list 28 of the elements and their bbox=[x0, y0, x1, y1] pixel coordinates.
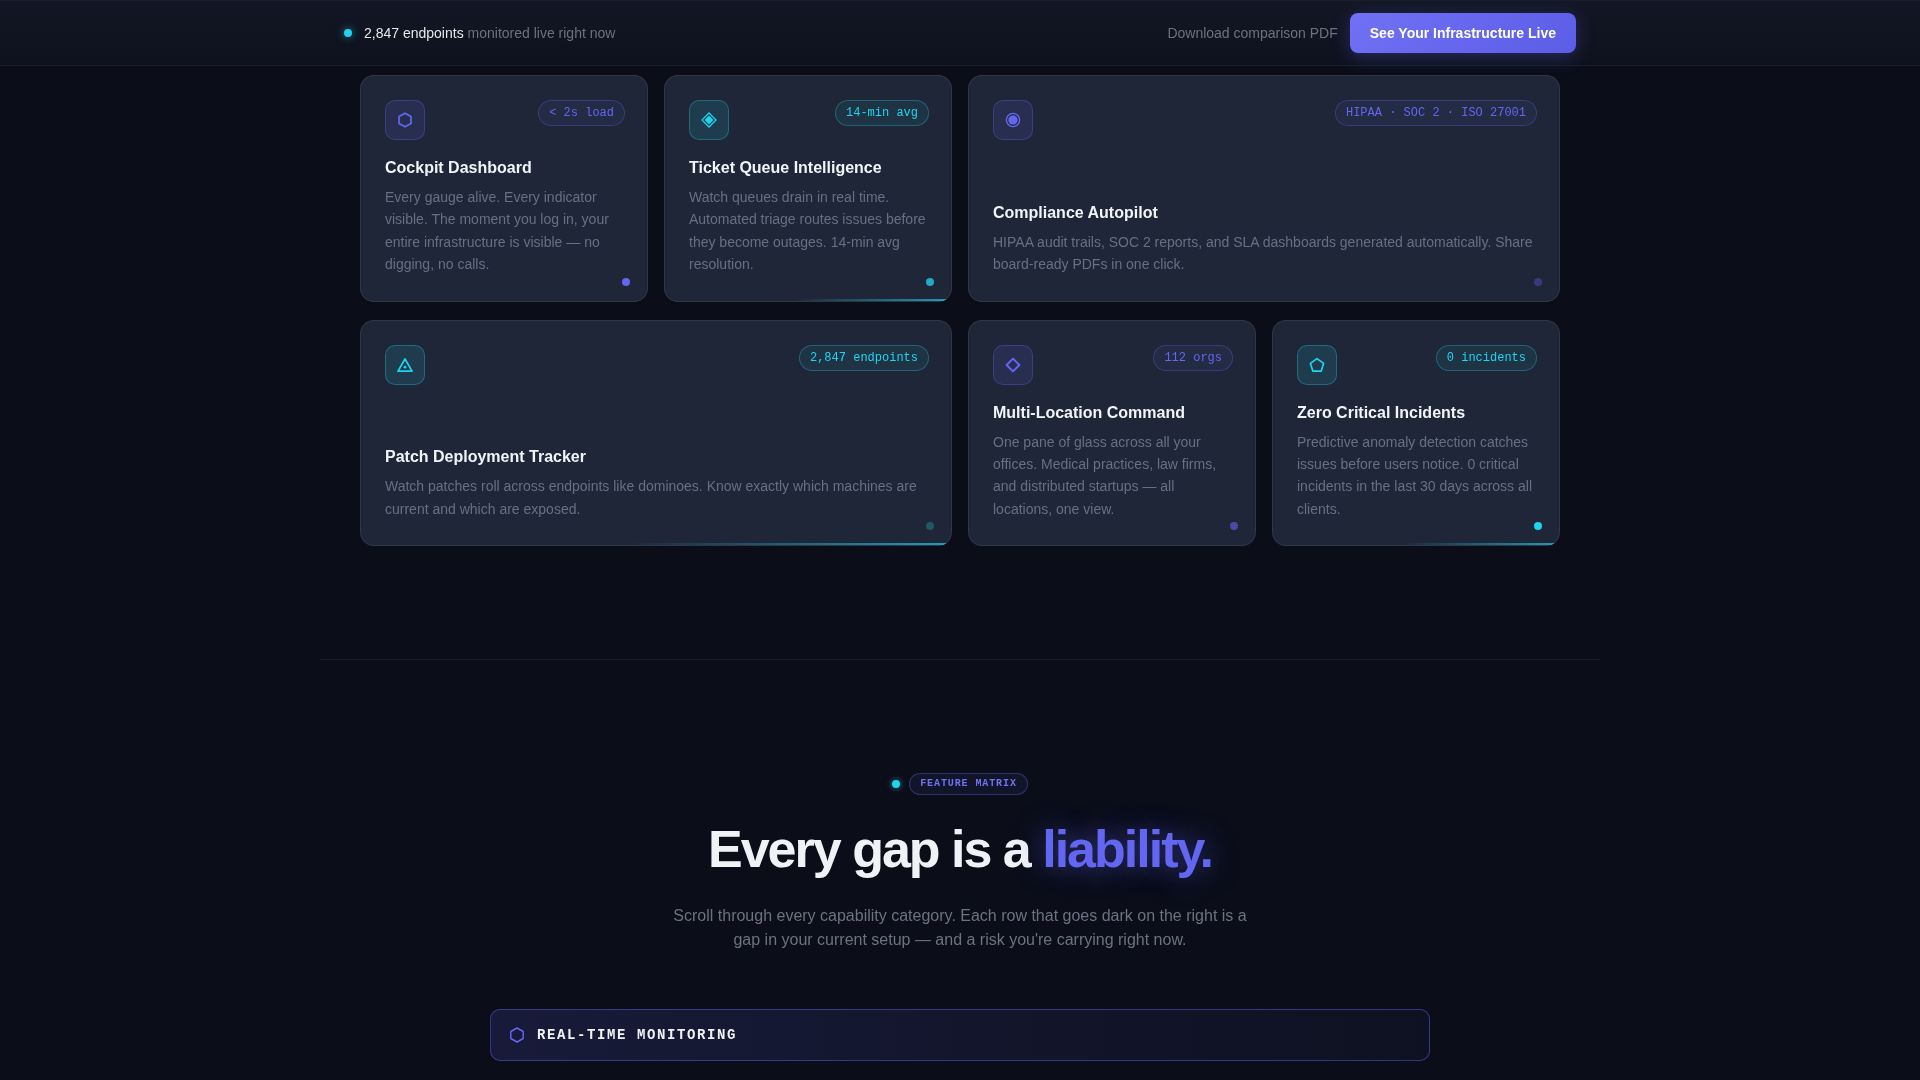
card-title: Ticket Queue Intelligence bbox=[689, 158, 883, 178]
metric-badge: 14-min avg bbox=[835, 100, 929, 126]
metric-badge: 2,847 endpoints bbox=[798, 344, 929, 371]
card-title: Zero Critical Incidents bbox=[1297, 402, 1467, 423]
metric-badge: 112 orgs bbox=[1153, 344, 1233, 371]
card-description: Watch queues drain in real time. Automated triage routes issues before they become outages. 14-min avg resolution. bbox=[689, 188, 927, 275]
section-subtitle: Scroll through every capability category. Each row that goes dark on the right is a gap in your current setup — and a risk you're carrying right now. bbox=[672, 906, 1248, 951]
card-title: Multi-Location Command bbox=[993, 402, 1186, 423]
dot-icon bbox=[892, 780, 901, 789]
download-link[interactable]: Download comparison PDF bbox=[1167, 24, 1338, 42]
live-status-text: 2,847 endpoints monitored live right now bbox=[364, 24, 616, 42]
section-heading: Every gap is a liability. bbox=[708, 819, 1212, 880]
section-tag: FEATURE MATRIX bbox=[909, 773, 1028, 796]
card-title: Patch Deployment Tracker bbox=[385, 447, 587, 468]
card-description: Watch patches roll across endpoints like dominoes. Know exactly which machines are current and which are exposed. bbox=[385, 477, 918, 519]
card-title: Compliance Autopilot bbox=[993, 202, 1159, 223]
metric-badge: HIPAA · SOC 2 · ISO 27001 bbox=[1334, 100, 1537, 126]
card-description: One pane of glass across all your offices. Medical practices, law firms, and distributed startups — all locations, one view. bbox=[993, 432, 1218, 519]
card-description: Predictive anomaly detection catches issues before users notice. 0 critical incidents in the last 30 days across all clients. bbox=[1297, 432, 1533, 519]
hexagon-icon bbox=[510, 1027, 524, 1044]
card-description: Every gauge alive. Every indicator visible. The moment you log in, your entire infrastructure is visible — no digging, no calls. bbox=[385, 188, 610, 275]
cta-button[interactable]: See Your Infrastructure Live bbox=[1349, 13, 1576, 53]
metric-badge: 0 incidents bbox=[1435, 344, 1537, 371]
card-title: Cockpit Dashboard bbox=[385, 158, 533, 178]
card-description: HIPAA audit trails, SOC 2 reports, and SLA dashboards generated automatically. Share board-ready PDFs in one click. bbox=[993, 232, 1534, 275]
metric-badge: < 2s load bbox=[538, 100, 625, 126]
category-title: REAL-TIME MONITORING bbox=[537, 1026, 738, 1045]
live-dot-icon bbox=[344, 29, 352, 37]
